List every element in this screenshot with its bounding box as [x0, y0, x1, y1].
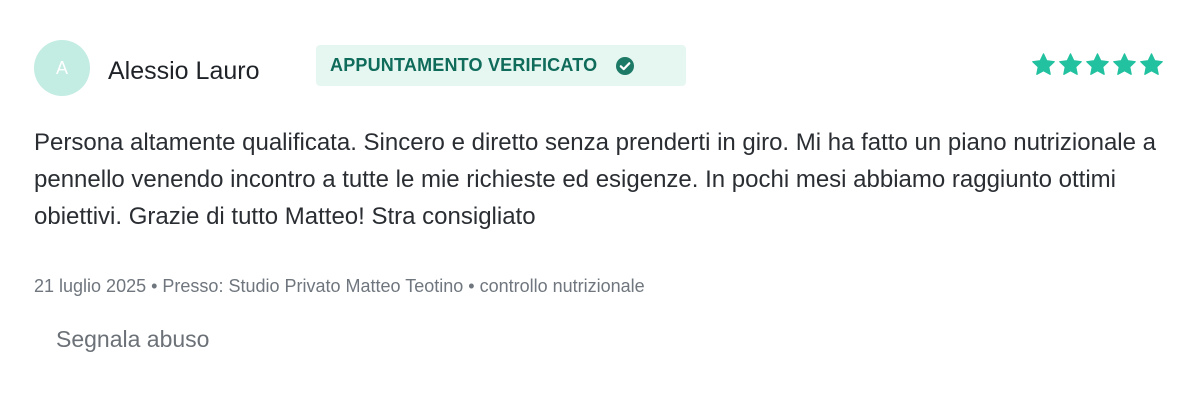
- star-icon: [1112, 52, 1137, 77]
- review-meta: 21 luglio 2025 • Presso: Studio Privato Ma…: [34, 276, 645, 297]
- report-abuse-link[interactable]: Segnala abuso: [56, 326, 209, 353]
- meta-separator: •: [468, 276, 475, 296]
- review-location: Presso: Studio Privato Matteo Teotino: [162, 276, 464, 296]
- star-icon: [1085, 52, 1110, 77]
- review-service: controllo nutrizionale: [479, 276, 645, 296]
- star-icon: [1058, 52, 1083, 77]
- verified-badge: APPUNTAMENTO VERIFICATO: [316, 45, 686, 86]
- review-card: A Alessio Lauro APPUNTAMENTO VERIFICATO …: [0, 0, 1200, 414]
- review-text: Persona altamente qualificata. Sincero e…: [34, 129, 1156, 230]
- avatar: A: [34, 40, 90, 96]
- meta-separator: •: [151, 276, 158, 296]
- avatar-initial: A: [55, 57, 68, 78]
- review-date: 21 luglio 2025: [34, 276, 147, 296]
- star-icon: [1139, 52, 1164, 77]
- check-circle-icon: [615, 56, 635, 76]
- star-icon: [1031, 52, 1056, 77]
- author-name: Alessio Lauro: [108, 57, 260, 85]
- verified-badge-label: APPUNTAMENTO VERIFICATO: [330, 55, 598, 75]
- star-rating: [1031, 52, 1164, 77]
